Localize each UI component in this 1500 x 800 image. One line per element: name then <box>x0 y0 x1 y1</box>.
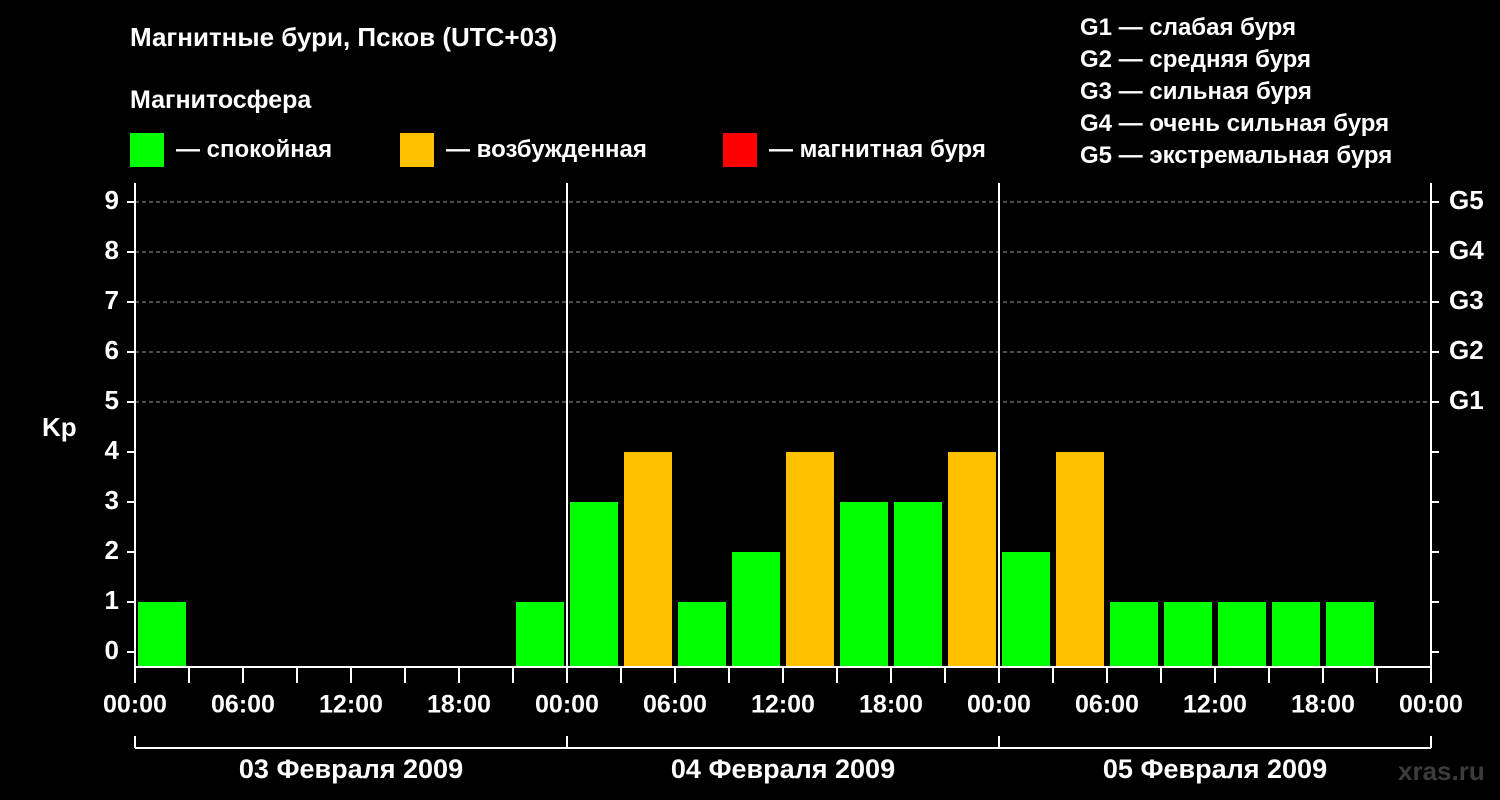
y-tick-label: 4 <box>105 435 120 465</box>
y-tick-label: 9 <box>105 185 119 215</box>
g-level-label: G4 <box>1449 235 1484 265</box>
y-tick-label: 5 <box>105 385 119 415</box>
x-tick-label: 00:00 <box>1399 691 1463 719</box>
y-tick-label: 2 <box>105 535 119 565</box>
x-tick-label: 18:00 <box>1291 691 1355 719</box>
x-tick-label: 06:00 <box>643 691 707 719</box>
x-tick-label: 00:00 <box>535 691 599 719</box>
day-label: 05 Февраля 2009 <box>1103 754 1327 784</box>
g-level-label: G5 <box>1449 185 1484 215</box>
kp-bar <box>1002 552 1050 667</box>
x-tick-label: 06:00 <box>1075 691 1139 719</box>
x-tick-label: 12:00 <box>751 691 815 719</box>
day-label: 03 Февраля 2009 <box>239 754 463 784</box>
x-tick-label: 06:00 <box>211 691 275 719</box>
kp-bar <box>138 602 186 667</box>
y-tick-label: 6 <box>105 335 119 365</box>
g-level-label: G3 <box>1449 285 1484 315</box>
x-tick-label: 00:00 <box>103 691 167 719</box>
day-label: 04 Февраля 2009 <box>671 754 895 784</box>
x-tick-label: 18:00 <box>859 691 923 719</box>
kp-bar <box>678 602 726 667</box>
x-tick-label: 00:00 <box>967 691 1031 719</box>
y-tick-label: 8 <box>105 235 119 265</box>
kp-bar <box>624 452 672 667</box>
kp-bar <box>1110 602 1158 667</box>
x-tick-label: 12:00 <box>1183 691 1247 719</box>
g-level-label: G1 <box>1449 385 1484 415</box>
g-level-label: G2 <box>1449 335 1484 365</box>
kp-bar <box>1164 602 1212 667</box>
y-tick-label: 3 <box>105 485 119 515</box>
kp-bar <box>1056 452 1104 667</box>
kp-bar <box>894 502 942 667</box>
x-tick-label: 18:00 <box>427 691 491 719</box>
kp-bar <box>1272 602 1320 667</box>
watermark: xras.ru <box>1398 756 1485 786</box>
kp-bar <box>570 502 618 667</box>
y-tick-label: 1 <box>105 585 119 615</box>
x-tick-label: 12:00 <box>319 691 383 719</box>
y-tick-label: 7 <box>105 285 119 315</box>
kp-bar <box>1218 602 1266 667</box>
kp-chart: 0 1 2 3 4 5 6 7 8 9 G1 G2 G3 G4 G5 00:00 06:00 12:00 18:00… <box>103 183 1484 784</box>
kp-bar <box>732 552 780 667</box>
y-tick-label: 0 <box>105 635 119 665</box>
kp-bar <box>948 452 996 667</box>
kp-bar <box>516 602 564 667</box>
kp-bar <box>1326 602 1374 667</box>
kp-bar <box>786 452 834 667</box>
kp-bar <box>840 502 888 667</box>
